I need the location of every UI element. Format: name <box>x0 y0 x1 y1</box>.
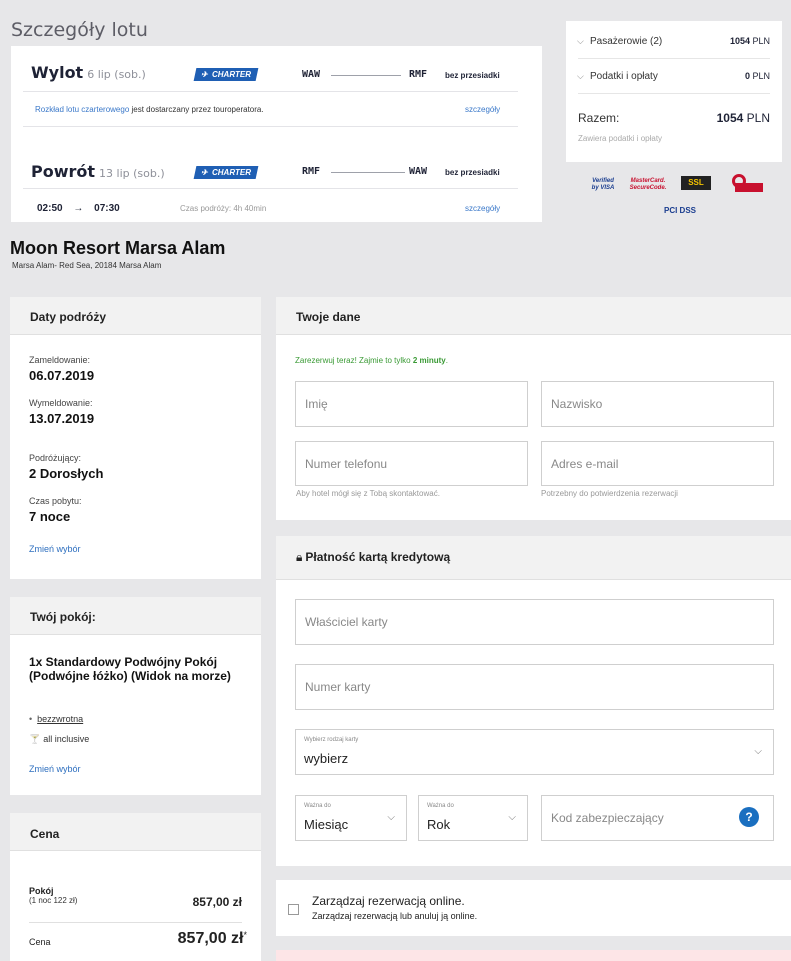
phone-hint: Aby hotel mógł się z Tobą skontaktować. <box>296 489 440 498</box>
charter-note: Rozkład lotu czarterowego jest dostarcza… <box>35 105 264 114</box>
manage-subtitle: Zarządzaj rezerwacją lub anuluj ją onlin… <box>312 911 478 921</box>
mastercard-securecode-logo: MasterCard. SecureCode. <box>629 178 667 191</box>
chevron-down-icon: ⌵ <box>577 71 584 81</box>
total-label: Razem: <box>578 111 620 125</box>
flight-details-title: Szczegóły lotu <box>11 19 148 41</box>
hotel-name: Moon Resort Marsa Alam <box>10 238 226 258</box>
checkout-value: 13.07.2019 <box>29 411 95 426</box>
price-summary-card: ⌵ Pasażerowie (2) 1054 PLN ⌵ Podatki i o… <box>566 21 782 162</box>
expiry-year-select[interactable]: Ważna do Rok ⌵ <box>418 795 528 841</box>
payment-title-row: 🔒︎ Płatność kartą kredytową <box>276 536 791 580</box>
last-name-input[interactable]: Nazwisko <box>541 381 774 427</box>
flight-card: Wylot 6 lip (sob.) ✈ CHARTER WAW RMF bez p… <box>11 46 542 222</box>
chevron-down-icon: ⌵ <box>508 812 516 823</box>
return-label: Powrót <box>31 162 96 181</box>
checkout-label: Wymeldowanie: <box>29 398 93 408</box>
total-value: 1054 PLN <box>716 111 770 125</box>
outbound-leg-title: Wylot 6 lip (sob.) <box>31 63 146 82</box>
return-leg-title: Powrót 13 lip (sob.) <box>31 162 165 181</box>
manage-title: Zarządzaj rezerwacją online. <box>312 894 465 908</box>
divider <box>29 922 242 923</box>
alert-banner <box>276 950 791 961</box>
return-to: WAW <box>409 166 428 177</box>
refund-feature: • bezzwrotna <box>29 714 84 724</box>
room-price-label: Pokój <box>29 886 54 896</box>
outbound-stops: bez przesiadki <box>445 71 500 80</box>
plane-icon: ✈ <box>201 70 208 79</box>
verified-by-visa-logo: Verified by VISA <box>591 178 615 191</box>
card-type-select[interactable]: Wybierz rodzaj karty wybierz ⌵ <box>295 729 774 775</box>
change-room-link[interactable]: Zmień wybór <box>29 764 81 774</box>
total-note: Zawiera podatki i opłaty <box>578 134 663 143</box>
change-dates-link[interactable]: Zmień wybór <box>29 544 81 554</box>
ssl-secure-logo: SSL <box>681 176 711 190</box>
room-price-sub: (1 noc 122 zł) <box>29 896 78 905</box>
outbound-date: 6 lip (sob.) <box>87 68 146 81</box>
room-name: 1x Standardowy Podwójny Pokój (Podwójne … <box>29 655 231 683</box>
divider <box>23 91 518 92</box>
stay-value: 7 noce <box>29 509 71 524</box>
secure-lock-logo <box>729 174 763 194</box>
email-hint: Potrzebny do potwierdzenia rezerwacji <box>541 489 678 498</box>
travelers-value: 2 Dorosłych <box>29 466 104 481</box>
board-feature: 🍸 all inclusive <box>29 734 90 744</box>
charter-badge-outbound: ✈ CHARTER <box>193 68 259 81</box>
cocktail-icon: 🍸 <box>29 734 41 744</box>
travel-dates-panel: Daty podróży Zameldowanie: 06.07.2019 Wy… <box>10 297 261 579</box>
room-price-value: 857,00 zł <box>192 895 242 909</box>
your-data-panel: Twoje dane Zarezerwuj teraz! Zajmie to t… <box>276 297 791 520</box>
total-price-label: Cena <box>29 937 51 947</box>
first-name-input[interactable]: Imię <box>295 381 528 427</box>
payment-panel: 🔒︎ Płatność kartą kredytową Właściciel ka… <box>276 536 791 866</box>
price-panel: Cena Pokój (1 noc 122 zł) 857,00 zł Cena… <box>10 813 261 961</box>
checkin-value: 06.07.2019 <box>29 368 95 383</box>
return-times: 02:50 → 07:30 <box>37 203 120 214</box>
lock-icon: 🔒︎ <box>296 550 303 564</box>
manage-checkbox[interactable] <box>288 904 299 915</box>
chevron-down-icon: ⌵ <box>754 746 762 757</box>
outbound-from: WAW <box>302 69 321 80</box>
pci-dss-logo: PCI DSS <box>663 206 696 215</box>
return-from: RMF <box>302 166 321 177</box>
price-title: Cena <box>10 813 261 851</box>
help-icon[interactable]: ? <box>739 807 759 827</box>
room-panel: Twój pokój: 1x Standardowy Podwójny Pokó… <box>10 597 261 795</box>
chevron-down-icon: ⌵ <box>577 36 584 46</box>
return-stops: bez przesiadki <box>445 168 500 177</box>
phone-input[interactable]: Numer telefonu <box>295 441 528 486</box>
total-price-value: 857,00 zł* <box>177 930 247 947</box>
card-number-input[interactable]: Numer karty <box>295 664 774 710</box>
arrow-right-icon: → <box>73 203 84 214</box>
travelers-label: Podróżujący: <box>29 453 82 463</box>
outbound-details-link[interactable]: szczegóły <box>465 105 500 114</box>
checkin-label: Zameldowanie: <box>29 355 91 365</box>
room-title: Twój pokój: <box>10 597 261 635</box>
return-duration: Czas podróży: 4h 40min <box>180 204 267 213</box>
chevron-down-icon: ⌵ <box>387 812 395 823</box>
promo-text: Zarezerwuj teraz! Zajmie to tylko 2 minu… <box>295 356 448 365</box>
expiry-month-select[interactable]: Ważna do Miesiąc ⌵ <box>295 795 407 841</box>
card-holder-input[interactable]: Właściciel karty <box>295 599 774 645</box>
route-line <box>331 75 401 76</box>
travel-dates-title: Daty podróży <box>10 297 261 335</box>
outbound-label: Wylot <box>31 63 84 82</box>
payment-title: Płatność kartą kredytową <box>305 550 451 564</box>
hotel-address: Marsa Alam- Red Sea, 20184 Marsa Alam <box>12 261 162 270</box>
divider <box>23 188 518 189</box>
return-date: 13 lip (sob.) <box>99 167 165 180</box>
return-details-link[interactable]: szczegóły <box>465 204 500 213</box>
your-data-title: Twoje dane <box>276 297 791 335</box>
divider <box>23 126 518 127</box>
divider <box>578 93 770 94</box>
divider <box>578 58 770 59</box>
stay-label: Czas pobytu: <box>29 496 82 506</box>
charter-note-link[interactable]: Rozkład lotu czarterowego <box>35 105 129 114</box>
route-line <box>331 172 405 173</box>
charter-badge-return: ✈ CHARTER <box>193 166 259 179</box>
plane-icon: ✈ <box>201 168 208 177</box>
outbound-to: RMF <box>409 69 428 80</box>
email-input[interactable]: Adres e-mail <box>541 441 774 486</box>
manage-panel: Zarządzaj rezerwacją online. Zarządzaj r… <box>276 880 791 936</box>
